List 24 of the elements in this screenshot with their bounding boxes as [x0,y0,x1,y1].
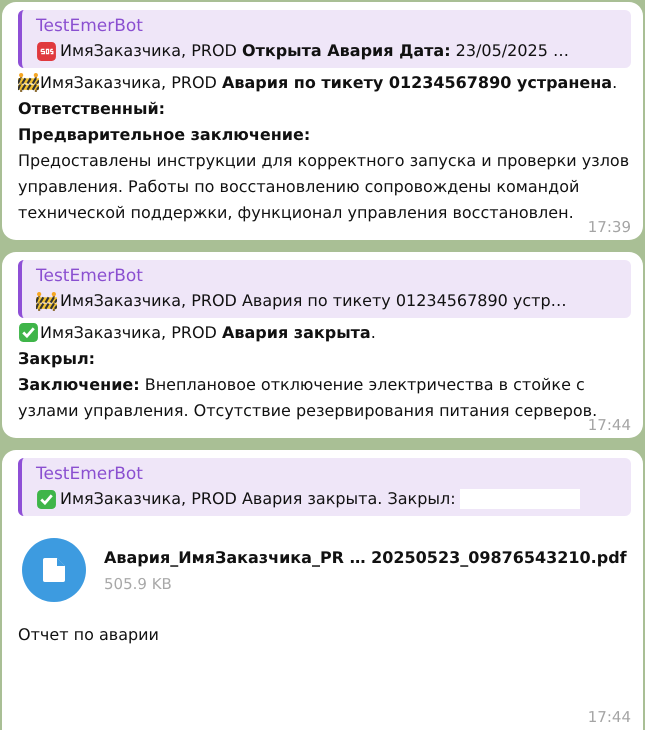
reply-text: ИмяЗаказчика, PROD Авария по тикету 01234567890 устр… [60,290,567,312]
reply-quote[interactable]: TestEmerBot ИмяЗаказчика, PROD Авария закрыта. Закрыл: [18,458,631,516]
message-time: 17:44 [588,708,631,726]
file-size: 505.9 KB [104,574,173,592]
reply-author: TestEmerBot [36,463,144,486]
barrier-icon [36,290,57,312]
reply-text: ИмяЗаказчика, PROD Открыта Авария Дата: 23/05/2025 … [60,40,569,62]
reply-author: TestEmerBot [36,265,144,288]
reply-quote[interactable]: TestEmerBot ИмяЗаказчика, PROD Открыта Авария Дата: 23/05/2025 … [18,10,631,68]
message-text: ИмяЗаказчика, PROD Авария закрыта. [40,322,376,344]
barrier-icon [18,72,39,93]
reply-author: TestEmerBot [36,15,144,38]
field-label: Предварительное заключение: [18,124,310,146]
field-label: Ответственный: [18,98,166,120]
check-icon [36,488,57,510]
reply-quote[interactable]: TestEmerBot ИмяЗаказчика, PROD Авария по тикету 01234567890 устр… [18,260,631,318]
message-text: ИмяЗаказчика, PROD Авария по тикету 01234567890 устранена. [40,72,618,94]
sos-icon [36,40,57,62]
field-label: Закрыл: [18,348,96,370]
reply-text: ИмяЗаказчика, PROD Авария закрыта. Закрыл: [60,488,456,510]
document-icon[interactable] [22,538,86,602]
file-name[interactable]: Авария_ИмяЗаказчика_PR … 20250523_09876543210.pdf [104,548,627,566]
check-icon [18,322,39,343]
message-text: Отчет по аварии [18,624,159,646]
